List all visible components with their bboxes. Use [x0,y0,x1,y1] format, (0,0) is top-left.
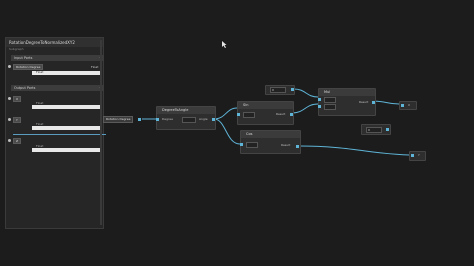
mul-title: Mul [319,89,375,96]
output-y-node[interactable]: Y [409,151,426,161]
angle-out-pin[interactable] [212,118,215,121]
cos-in-pin[interactable] [240,143,243,146]
cos-title: Cos [241,131,300,138]
wire-mul-to-outx [371,100,400,105]
cos-out-label: Result [281,143,291,147]
output-x-label: X [408,103,411,107]
degree-in-pin[interactable] [156,118,159,121]
constant-node-a[interactable]: 0 [265,85,295,95]
sin-in-pin[interactable] [237,113,240,116]
cos-out-pin[interactable] [296,145,299,148]
mul-b-field[interactable] [324,104,336,110]
mul-in-a-pin[interactable] [318,98,321,101]
constant-a-out-pin[interactable] [291,88,294,91]
rotation-degree-property-node[interactable]: Rotation Degree [103,116,134,123]
degree-to-angle-node[interactable]: DegreeToAngle Degree Angle [156,106,216,130]
wire-sin-to-mul [291,103,319,114]
degree-to-angle-title: DegreeToAngle [157,107,215,114]
wire-const-to-mul [293,88,319,98]
constant-b-out-pin[interactable] [386,128,389,131]
wire-angle-to-sin [213,107,238,120]
mul-a-field[interactable] [324,97,336,103]
cos-node[interactable]: Cos Result [240,130,301,154]
graph-wires [142,88,410,156]
output-x-in-pin[interactable] [401,104,404,107]
sin-title: Sin [238,102,293,109]
sin-value-field[interactable] [243,112,255,118]
wire-cos-to-outy [298,145,410,156]
constant-a-field[interactable]: 0 [270,87,286,93]
sin-out-pin[interactable] [290,113,293,116]
sin-out-label: Result [276,112,286,116]
rotation-degree-out-pin[interactable] [138,118,141,121]
mul-in-b-pin[interactable] [318,105,321,108]
cos-value-field[interactable] [246,142,258,148]
output-y-label: Y [418,153,420,157]
sin-node[interactable]: Sin Result [237,101,294,125]
output-y-in-pin[interactable] [411,154,414,157]
output-x-node[interactable]: X [399,101,417,110]
mul-out-pin[interactable] [372,101,375,104]
degree-value-field[interactable] [182,117,196,123]
mul-out-label: Result [359,100,369,104]
mouse-cursor-icon [222,41,227,48]
constant-b-field[interactable]: 0 [366,127,382,133]
angle-out-label: Angle [199,117,208,121]
degree-in-label: Degree [162,117,173,121]
constant-node-b[interactable]: 0 [361,124,391,135]
mul-node[interactable]: Mul Result [318,88,376,116]
